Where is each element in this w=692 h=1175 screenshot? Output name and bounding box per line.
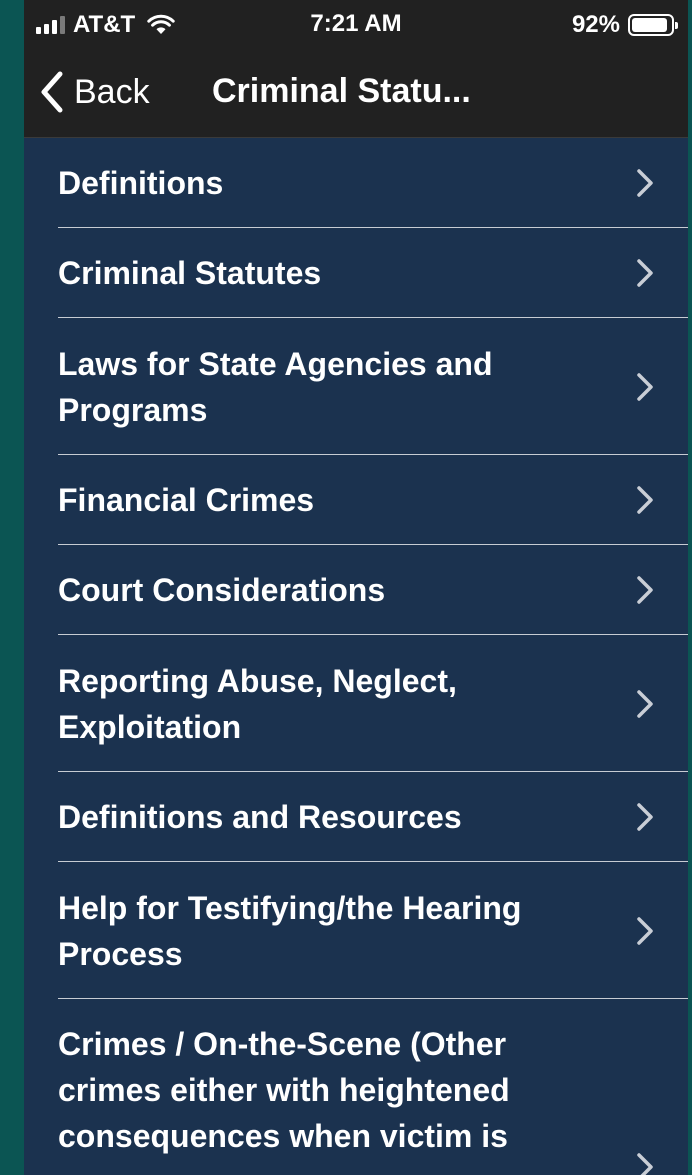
chevron-right-icon	[637, 486, 653, 514]
menu-item-criminal-statutes[interactable]: Criminal Statutes	[24, 228, 688, 318]
back-button-label: Back	[74, 72, 150, 111]
app-screen: AT&T 7:21 AM 92% Back Criminal Statu... …	[24, 0, 688, 1175]
menu-item-label: Criminal Statutes	[58, 255, 322, 291]
chevron-right-icon	[637, 372, 653, 401]
chevron-right-icon	[637, 259, 653, 287]
chevron-right-icon	[637, 689, 653, 718]
menu-item-label: Financial Crimes	[58, 482, 315, 518]
back-button[interactable]: Back	[38, 70, 150, 114]
menu-item-definitions-and-resources[interactable]: Definitions and Resources	[24, 772, 688, 862]
menu-item-label: Laws for State Agencies and Programs	[58, 345, 493, 428]
status-right: 92%	[571, 10, 678, 40]
chevron-right-icon	[637, 916, 653, 945]
chevron-right-icon	[637, 803, 653, 831]
chevron-right-icon	[637, 169, 653, 197]
menu-item-label: Definitions and Resources	[58, 799, 462, 835]
menu-item-financial-crimes[interactable]: Financial Crimes	[24, 455, 688, 545]
status-bar: AT&T 7:21 AM 92%	[24, 0, 688, 48]
menu-item-help-for-testifying[interactable]: Help for Testifying/the Hearing Process	[24, 862, 688, 999]
battery-level-fill	[632, 18, 667, 32]
page-title: Criminal Statu...	[212, 72, 471, 110]
menu-item-definitions[interactable]: Definitions	[24, 138, 688, 228]
menu-item-label: Reporting Abuse, Neglect, Exploitation	[58, 662, 457, 745]
battery-icon	[628, 14, 678, 36]
menu-item-crimes-on-the-scene[interactable]: Crimes / On-the-Scene (Other crimes eith…	[24, 999, 688, 1175]
menu-item-label: Help for Testifying/the Hearing Process	[58, 889, 522, 972]
chevron-right-icon	[637, 576, 653, 604]
menu-item-laws-for-state-agencies[interactable]: Laws for State Agencies and Programs	[24, 318, 688, 455]
menu-item-label: Crimes / On-the-Scene (Other crimes eith…	[58, 1026, 510, 1154]
chevron-right-icon	[637, 1153, 653, 1175]
menu-item-label: Court Considerations	[58, 572, 386, 608]
navigation-bar: Back Criminal Statu...	[24, 48, 688, 138]
menu-list: Definitions Criminal Statutes Laws for S…	[24, 138, 688, 1175]
chevron-left-icon	[41, 71, 63, 113]
menu-item-label: Definitions	[58, 165, 224, 201]
menu-item-reporting-abuse[interactable]: Reporting Abuse, Neglect, Exploitation	[24, 635, 688, 772]
battery-percent: 92%	[571, 11, 620, 38]
menu-item-court-considerations[interactable]: Court Considerations	[24, 545, 688, 635]
